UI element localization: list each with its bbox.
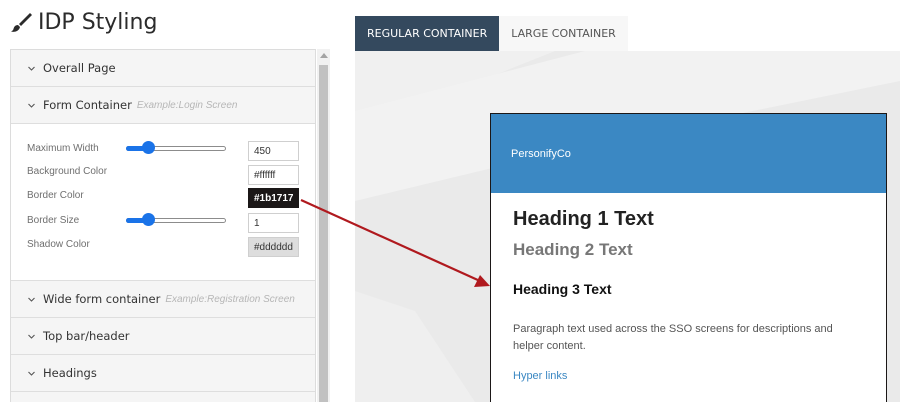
preview-heading-3: Heading 3 Text (513, 281, 612, 297)
preview-form-container: PersonifyCo Heading 1 Text Heading 2 Tex… (490, 113, 887, 402)
background-color-input[interactable]: #ffffff (248, 165, 299, 185)
brand-name: PersonifyCo (511, 147, 571, 160)
slider-thumb[interactable] (141, 141, 155, 154)
shadow-color-input[interactable]: #dddddd (248, 237, 299, 257)
chevron-down-icon (28, 371, 35, 376)
preview-paragraph: Paragraph text used across the SSO scree… (513, 323, 833, 352)
form-container-settings: Maximum Width 450 Background Color #ffff… (11, 124, 315, 281)
accordion-label: Overall Page (43, 61, 116, 75)
accordion-overall-page[interactable]: Overall Page (11, 50, 315, 87)
chevron-down-icon (28, 334, 35, 339)
slider-thumb[interactable] (141, 213, 155, 226)
container-tabs: REGULAR CONTAINER LARGE CONTAINER (355, 16, 628, 51)
shadow-color-row: Shadow Color (27, 234, 90, 254)
accordion-top-bar[interactable]: Top bar/header (11, 318, 315, 355)
accordion-form-container[interactable]: Form Container Example:Login Screen (11, 87, 315, 124)
border-color-row: Border Color (27, 185, 84, 205)
preview-heading-1: Heading 1 Text (513, 208, 654, 230)
accordion-example: Example:Registration Screen (165, 293, 295, 305)
background-color-value: #ffffff (254, 169, 276, 181)
accordion-label: Wide form container (43, 292, 161, 306)
scroll-up-icon[interactable] (320, 53, 328, 58)
max-width-label: Maximum Width (27, 142, 99, 154)
paintbrush-icon (11, 13, 32, 32)
background-color-row: Background Color (27, 161, 107, 181)
border-size-row: Border Size (27, 210, 79, 230)
preview-heading-2: Heading 2 Text (513, 240, 633, 259)
accordion-label: Form Container (43, 98, 132, 112)
border-color-label: Border Color (27, 189, 84, 201)
page-title: IDP Styling (10, 6, 157, 38)
border-size-input[interactable]: 1 (248, 213, 299, 233)
sidebar-scrollbar[interactable] (317, 49, 330, 402)
page-title-text: IDP Styling (38, 9, 158, 35)
preview-hyperlink[interactable]: Hyper links (513, 370, 567, 382)
accordion-example: Example:Login Screen (136, 99, 238, 111)
border-color-input[interactable]: #1b1717 (248, 188, 299, 208)
max-width-row: Maximum Width (27, 138, 99, 158)
accordion-label: Headings (43, 366, 97, 380)
tab-large-container[interactable]: LARGE CONTAINER (499, 16, 628, 51)
border-size-slider[interactable] (126, 213, 226, 227)
preview-top-bar: PersonifyCo (491, 114, 886, 193)
accordion-label: Top bar/header (43, 329, 130, 343)
shadow-color-value: #dddddd (254, 241, 293, 253)
styling-accordion: Overall Page Form Container Example:Logi… (10, 49, 316, 402)
chevron-down-icon (28, 66, 35, 71)
max-width-input[interactable]: 450 (248, 141, 299, 161)
accordion-headings[interactable]: Headings (11, 355, 315, 392)
border-color-value: #1b1717 (254, 192, 294, 204)
border-size-label: Border Size (27, 214, 80, 226)
chevron-down-icon (28, 297, 35, 302)
scrollbar-thumb[interactable] (319, 65, 328, 402)
background-color-label: Background Color (27, 165, 108, 177)
shadow-color-label: Shadow Color (27, 238, 90, 250)
accordion-wide-form-container[interactable]: Wide form container Example:Registration… (11, 281, 315, 318)
max-width-value: 450 (254, 145, 271, 157)
tab-regular-container[interactable]: REGULAR CONTAINER (355, 16, 500, 51)
border-size-value: 1 (254, 217, 260, 229)
max-width-slider[interactable] (126, 141, 226, 155)
chevron-down-icon (28, 103, 35, 108)
